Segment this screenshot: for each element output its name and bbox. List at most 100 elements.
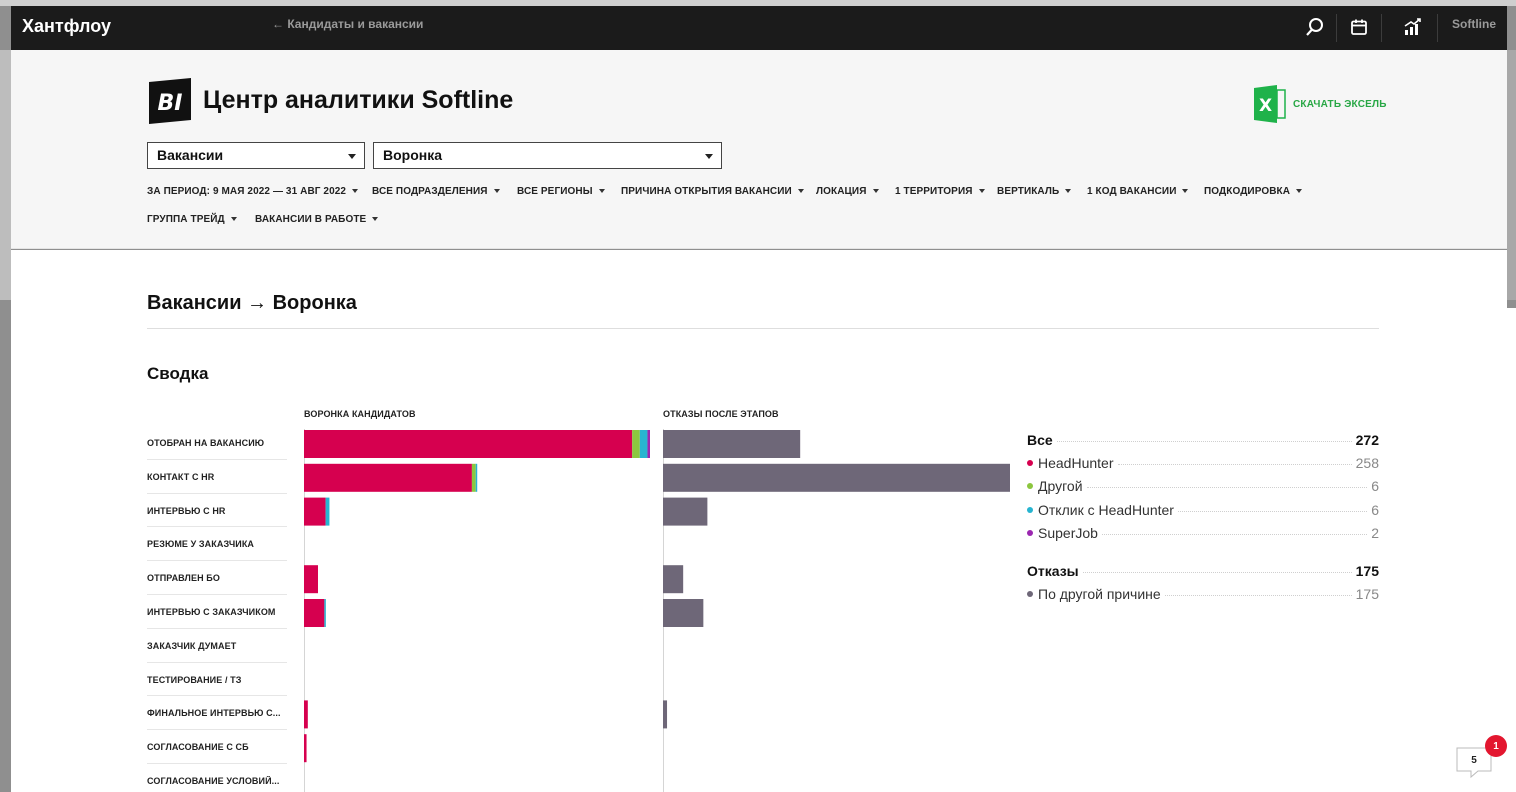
chevron-down-icon <box>705 154 713 159</box>
excel-icon-letter: X <box>1259 96 1272 116</box>
entity-select[interactable]: Вакансии <box>147 142 365 169</box>
stage-label: ТЕСТИРОВАНИЕ / ТЗ <box>147 674 242 685</box>
nav-separator <box>1336 14 1337 42</box>
legend-source-headhunter: HeadHunter 258 <box>1027 455 1379 471</box>
funnel-bar-segment[interactable] <box>471 463 476 492</box>
funnel-bar-segment[interactable] <box>304 599 325 627</box>
top-nav-bar: Хантфлоу ← Кандидаты и вакансии Softline <box>11 6 1507 50</box>
bi-logo-icon: BI <box>149 78 191 124</box>
legend-all-total: Все 272 <box>1027 432 1379 448</box>
legend-dot <box>1027 460 1033 467</box>
legend-source-other: Другой 6 <box>1027 478 1379 494</box>
funnel-bar-segment[interactable] <box>304 497 326 526</box>
reject-bar[interactable] <box>663 700 668 729</box>
filter-location[interactable]: ЛОКАЦИЯ <box>816 186 879 197</box>
funnel-column-header: ВОРОНКА КАНДИДАТОВ <box>304 409 416 419</box>
reject-bar[interactable] <box>663 497 708 526</box>
reject-bar[interactable] <box>663 599 704 627</box>
funnel-bar-segment[interactable] <box>324 599 326 627</box>
download-excel-label: СКАЧАТЬ ЭКСЕЛЬ <box>1293 98 1387 110</box>
legend-source-superjob: SuperJob 2 <box>1027 525 1379 541</box>
stage-label: КОНТАКТ С HR <box>147 471 215 482</box>
notification-badge[interactable]: 1 <box>1485 735 1507 757</box>
calendar-icon[interactable] <box>1346 14 1372 40</box>
report-content-panel-extension <box>1130 308 1516 792</box>
app-logo[interactable]: Хантфлоу <box>22 16 111 37</box>
stage-row-divider <box>147 560 287 562</box>
chevron-down-icon <box>348 154 356 159</box>
reject-bar[interactable] <box>663 430 801 458</box>
caret-down-icon <box>1182 189 1189 194</box>
section-divider <box>147 328 1379 329</box>
report-select[interactable]: Воронка <box>373 142 722 169</box>
background-streak <box>1507 50 1516 300</box>
filter-regions[interactable]: ВСЕ РЕГИОНЫ <box>517 186 605 197</box>
stage-label: СОГЛАСОВАНИЕ УСЛОВИЙ... <box>147 776 280 786</box>
caret-down-icon <box>598 189 605 194</box>
funnel-bar-segment[interactable] <box>639 430 648 458</box>
caret-down-icon <box>493 189 500 194</box>
legend-dot <box>1027 483 1033 490</box>
report-breadcrumb-title: Вакансии → Воронка <box>147 292 357 314</box>
download-excel-button[interactable]: X СКАЧАТЬ ЭКСЕЛЬ <box>1253 85 1387 123</box>
legend-dot <box>1027 591 1033 598</box>
funnel-bar-segment[interactable] <box>325 497 330 526</box>
funnel-bar-segment[interactable] <box>304 565 318 594</box>
report-select-value: Воронка <box>383 147 443 163</box>
background-streak <box>0 50 11 300</box>
filter-trade-group[interactable]: ГРУППА ТРЕЙД <box>147 214 237 225</box>
caret-down-icon <box>372 217 379 222</box>
filter-vacancy-code[interactable]: 1 КОД ВАКАНСИИ <box>1087 186 1189 197</box>
legend-rejects-total: Отказы 175 <box>1027 563 1379 579</box>
caret-down-icon <box>230 217 237 222</box>
legend-dot <box>1027 507 1033 514</box>
funnel-bar-segment[interactable] <box>304 734 307 763</box>
filter-vertical[interactable]: ВЕРТИКАЛЬ <box>997 186 1072 197</box>
stage-row-divider <box>147 526 287 528</box>
back-to-candidates-link[interactable]: ← Кандидаты и вакансии <box>272 17 423 31</box>
funnel-bar-segment[interactable] <box>304 700 308 729</box>
reject-bar[interactable] <box>663 565 684 594</box>
nav-separator <box>1437 14 1438 42</box>
stage-row-divider <box>147 695 287 697</box>
stage-label: ЗАКАЗЧИК ДУМАЕТ <box>147 640 237 651</box>
rejects-after-stages-chart <box>663 430 1010 729</box>
stage-label: ИНТЕРВЬЮ С HR <box>147 505 226 516</box>
caret-down-icon <box>1065 189 1072 194</box>
account-name[interactable]: Softline <box>1452 17 1496 31</box>
filter-period[interactable]: ЗА ПЕРИОД: 9 МАЯ 2022 — 31 АВГ 2022 <box>147 186 359 197</box>
stage-label: СОГЛАСОВАНИЕ С СБ <box>147 742 249 753</box>
stage-label: ИНТЕРВЬЮ С ЗАКАЗЧИКОМ <box>147 607 276 617</box>
filter-territory[interactable]: 1 ТЕРРИТОРИЯ <box>895 186 985 197</box>
search-icon[interactable] <box>1302 14 1328 40</box>
funnel-bar-segment[interactable] <box>647 430 650 458</box>
filter-departments[interactable]: ВСЕ ПОДРАЗДЕЛЕНИЯ <box>372 186 500 197</box>
bi-logo-text: BI <box>158 91 183 116</box>
funnel-bar-segment[interactable] <box>475 463 478 492</box>
candidate-funnel-chart <box>304 430 650 763</box>
filter-vacancies-in-work[interactable]: ВАКАНСИИ В РАБОТЕ <box>255 214 379 225</box>
funnel-bar-segment[interactable] <box>632 430 640 458</box>
caret-down-icon <box>978 189 985 194</box>
reject-bar[interactable] <box>663 463 1010 492</box>
stage-row-divider <box>147 458 287 460</box>
entity-select-value: Вакансии <box>157 147 224 163</box>
stage-row-divider <box>147 627 287 629</box>
nav-separator <box>1381 14 1382 42</box>
funnel-bar-segment[interactable] <box>304 430 633 458</box>
caret-down-icon <box>352 189 359 194</box>
legend-dot <box>1027 530 1033 537</box>
legend-reject-other-reason: По другой причине 175 <box>1027 586 1379 602</box>
caret-down-icon <box>797 189 804 194</box>
funnel-bar-segment[interactable] <box>304 463 472 492</box>
stage-row-divider <box>147 492 287 494</box>
stage-label: ФИНАЛЬНОЕ ИНТЕРВЬЮ С... <box>147 708 281 719</box>
page-title: Центр аналитики Softline <box>203 86 514 114</box>
stage-row-divider <box>147 729 287 731</box>
stage-row-divider <box>147 594 287 595</box>
stage-label: ОТОБРАН НА ВАКАНСИЮ <box>147 438 265 448</box>
analytics-icon[interactable] <box>1400 14 1426 40</box>
filter-opening-reason[interactable]: ПРИЧИНА ОТКРЫТИЯ ВАКАНСИИ <box>621 186 804 197</box>
stage-row-divider <box>147 661 287 663</box>
filter-subcoding[interactable]: ПОДКОДИРОВКА <box>1204 186 1303 197</box>
